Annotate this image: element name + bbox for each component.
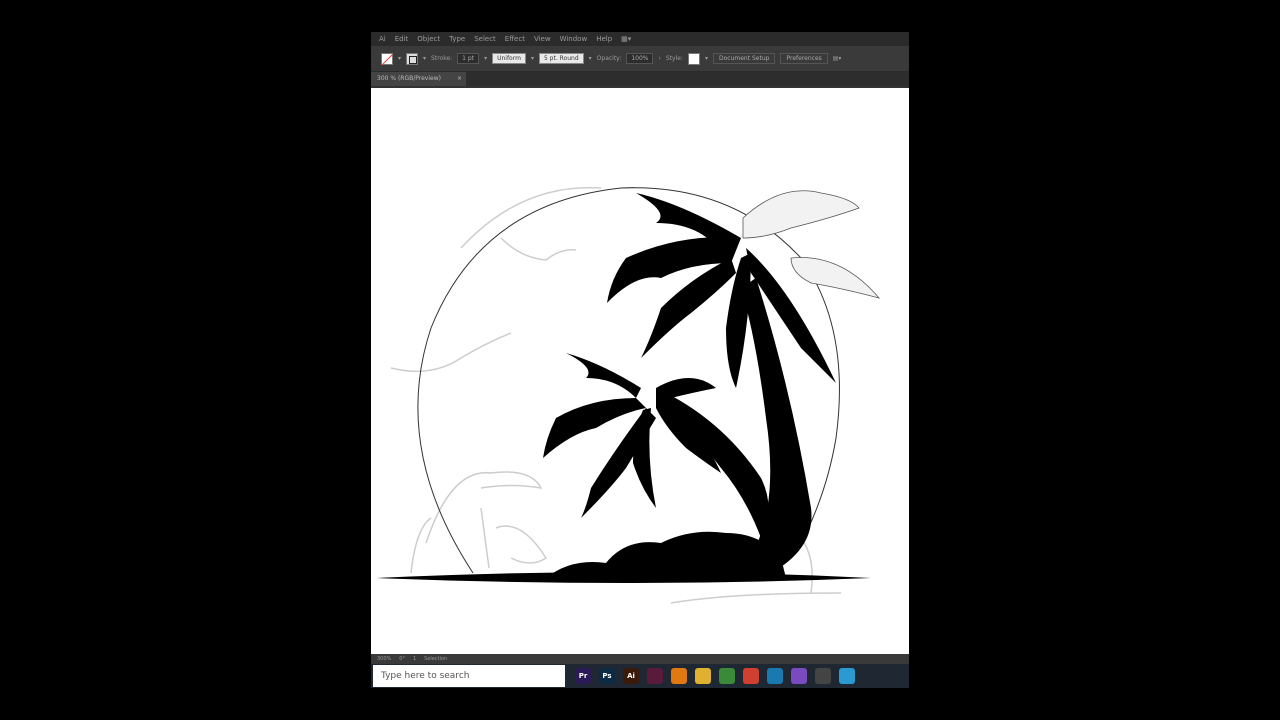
dune-shape <box>546 531 786 578</box>
chevron-down-icon[interactable]: ▾ <box>398 55 401 62</box>
edge-icon[interactable] <box>767 668 783 684</box>
windows-taskbar: Type here to search Pr Ps Ai <box>371 664 909 688</box>
style-label: Style: <box>665 55 683 62</box>
network-icon[interactable] <box>839 668 855 684</box>
taskbar-search-box[interactable]: Type here to search <box>373 665 565 687</box>
chrome-icon[interactable] <box>743 668 759 684</box>
menu-select[interactable]: Select <box>474 35 496 43</box>
status-bar: 300% 0° 1 Selection <box>371 654 909 664</box>
vlc-icon[interactable] <box>671 668 687 684</box>
short-palm-fronds <box>543 353 721 518</box>
chevron-right-icon[interactable]: › <box>658 55 660 62</box>
document-tab[interactable]: 300 % (RGB/Preview) × <box>371 72 466 86</box>
zoom-level[interactable]: 300% <box>377 656 391 662</box>
search-placeholder: Type here to search <box>381 671 470 681</box>
chevron-down-icon[interactable]: ▾ <box>484 55 487 62</box>
chevron-down-icon[interactable]: ▾ <box>705 55 708 62</box>
chevron-down-icon[interactable]: ▾ <box>423 55 426 62</box>
menu-object[interactable]: Object <box>417 35 440 43</box>
menu-view[interactable]: View <box>534 35 551 43</box>
menu-edit[interactable]: Edit <box>395 35 409 43</box>
close-icon[interactable]: × <box>457 72 462 86</box>
photoshop-icon[interactable]: Ps <box>599 668 615 684</box>
illustrator-icon[interactable]: Ai <box>623 668 639 684</box>
menu-effect[interactable]: Effect <box>505 35 525 43</box>
chevron-down-icon[interactable]: ▾ <box>589 55 592 62</box>
camera-icon[interactable] <box>815 668 831 684</box>
app-circle-icon[interactable] <box>647 668 663 684</box>
fill-swatch[interactable] <box>381 52 393 65</box>
style-swatch[interactable] <box>687 52 700 65</box>
menu-window[interactable]: Window <box>560 35 588 43</box>
current-tool: Selection <box>424 656 448 662</box>
variable-width-profile[interactable]: Uniform <box>492 53 526 64</box>
preferences-button[interactable]: Preferences <box>780 53 828 64</box>
menu-app-logo[interactable]: Ai <box>379 35 386 43</box>
menu-bar: Ai Edit Object Type Select Effect View W… <box>371 32 909 46</box>
artboard-number[interactable]: 1 <box>413 656 416 662</box>
menu-type[interactable]: Type <box>449 35 465 43</box>
chevron-down-icon[interactable]: ▾ <box>531 55 534 62</box>
opacity-label: Opacity: <box>596 55 622 62</box>
file-explorer-icon[interactable] <box>695 668 711 684</box>
rotation-value[interactable]: 0° <box>399 656 405 662</box>
viber-icon[interactable] <box>791 668 807 684</box>
stroke-label: Stroke: <box>431 55 453 62</box>
stroke-weight-field[interactable]: 1 pt <box>457 53 480 64</box>
artboard-canvas[interactable] <box>371 88 909 654</box>
document-setup-button[interactable]: Document Setup <box>713 53 776 64</box>
document-tab-bar: 300 % (RGB/Preview) × <box>371 72 909 86</box>
brush-definition[interactable]: 5 pt. Round <box>538 53 584 64</box>
taskbar-apps: Pr Ps Ai <box>565 668 855 684</box>
opacity-field[interactable]: 100% <box>626 53 654 64</box>
menu-help[interactable]: Help <box>596 35 612 43</box>
control-bar: ▾ ▾ Stroke: 1 pt ▾ Uniform ▾ 5 pt. Round… <box>371 46 909 72</box>
xbox-icon[interactable] <box>719 668 735 684</box>
illustrator-window: Ai Edit Object Type Select Effect View W… <box>371 32 909 688</box>
document-tab-label: 300 % (RGB/Preview) <box>377 75 441 82</box>
stroke-swatch[interactable] <box>406 52 419 65</box>
premiere-pro-icon[interactable]: Pr <box>575 668 591 684</box>
artwork <box>376 186 881 604</box>
workspace-switcher-icon[interactable]: ▦▾ <box>621 35 631 43</box>
arrange-documents-icon[interactable]: ▤▾ <box>833 55 842 62</box>
